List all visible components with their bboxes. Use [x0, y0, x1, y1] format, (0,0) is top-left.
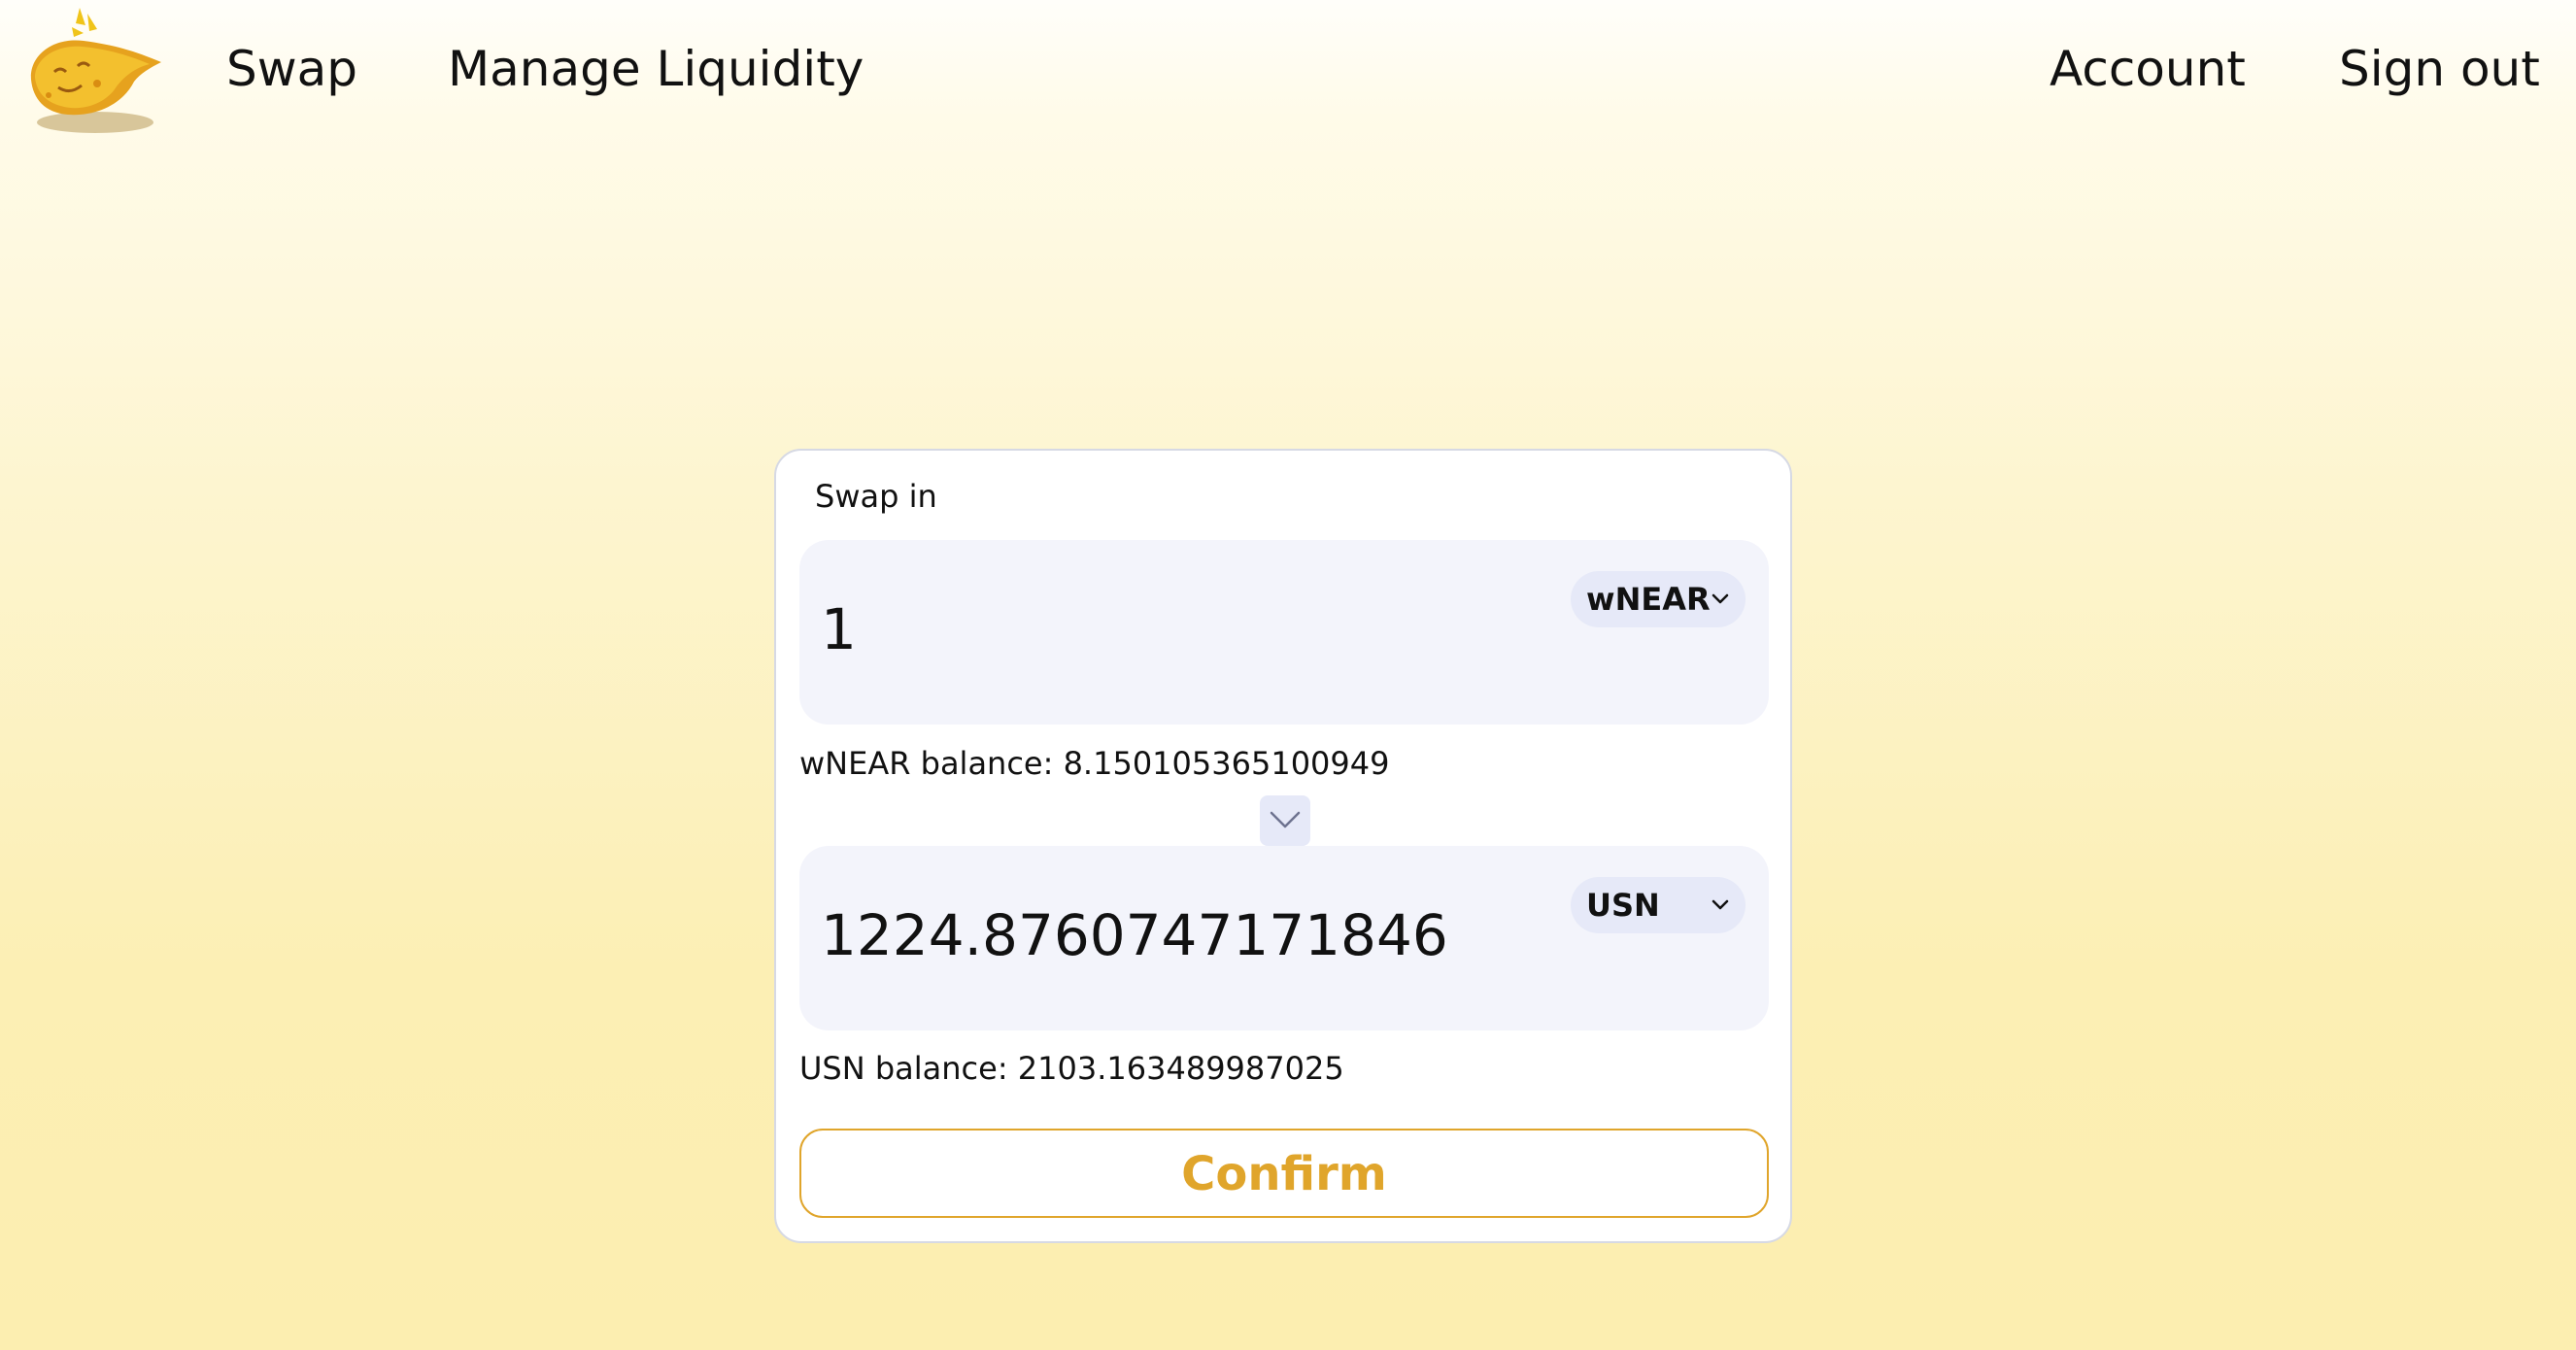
swap-output-field[interactable]: 1224.8760747171846 USN: [799, 846, 1769, 1030]
nav-link-account[interactable]: Account: [2050, 35, 2246, 103]
swap-input-amount[interactable]: 1: [821, 589, 1481, 670]
swap-input-field[interactable]: 1 wNEAR: [799, 540, 1769, 725]
chevron-down-icon: [1712, 593, 1729, 604]
swap-output-amount[interactable]: 1224.8760747171846: [821, 894, 1481, 976]
nav-link-swap[interactable]: Swap: [226, 35, 357, 103]
output-token-balance: USN balance: 2103.163489987025: [799, 1050, 1344, 1087]
switch-direction-button[interactable]: [1260, 795, 1310, 846]
nav-link-manage-liquidity[interactable]: Manage Liquidity: [448, 35, 864, 103]
chevron-down-icon: [1712, 899, 1729, 910]
output-token-name: USN: [1586, 887, 1660, 924]
cheese-logo-icon[interactable]: [25, 4, 163, 136]
swap-card-title: Swap in: [815, 478, 937, 515]
output-token-select[interactable]: USN: [1571, 877, 1746, 933]
input-token-select[interactable]: wNEAR: [1571, 571, 1746, 627]
nav-link-sign-out[interactable]: Sign out: [2339, 35, 2540, 103]
input-token-name: wNEAR: [1586, 581, 1711, 618]
confirm-button[interactable]: Confirm: [799, 1129, 1769, 1218]
input-token-balance: wNEAR balance: 8.150105365100949: [799, 745, 1390, 782]
swap-card: Swap in 1 wNEAR wNEAR balance: 8.1501053…: [774, 449, 1792, 1243]
top-navigation: Swap Manage Liquidity Account Sign out: [0, 0, 2576, 136]
chevron-down-icon: [1270, 811, 1301, 828]
